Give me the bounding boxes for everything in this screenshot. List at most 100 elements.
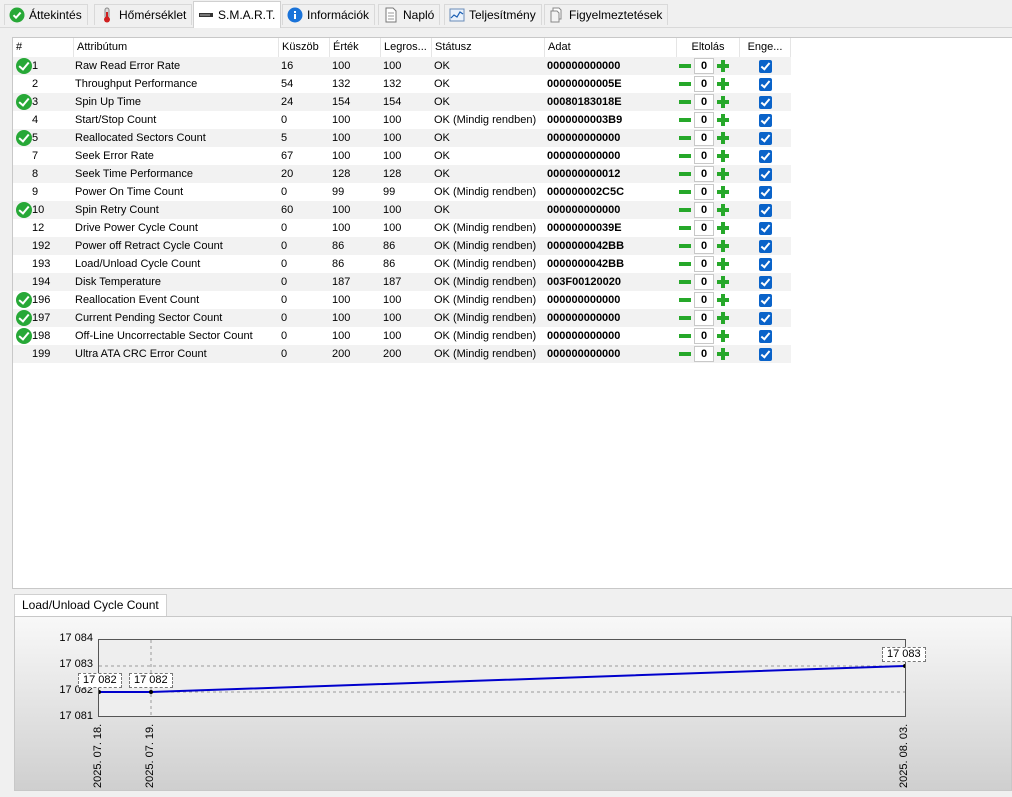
col-data[interactable]: Adat bbox=[545, 38, 677, 57]
offset-value[interactable]: 0 bbox=[694, 112, 714, 128]
plus-icon[interactable] bbox=[715, 292, 731, 308]
offset-value[interactable]: 0 bbox=[694, 220, 714, 236]
minus-icon[interactable] bbox=[677, 166, 693, 182]
table-row[interactable]: 192 Power off Retract Cycle Count 0 86 86 OK … bbox=[13, 237, 791, 255]
tab-overview[interactable]: Áttekintés bbox=[4, 4, 88, 25]
plus-icon[interactable] bbox=[715, 328, 731, 344]
enable-checkbox[interactable] bbox=[759, 132, 772, 145]
table-row[interactable]: 199 Ultra ATA CRC Error Count 0 200 200 OK (M… bbox=[13, 345, 791, 363]
offset-value[interactable]: 0 bbox=[694, 130, 714, 146]
tab-smart[interactable]: S.M.A.R.T. bbox=[193, 1, 282, 28]
offset-value[interactable]: 0 bbox=[694, 58, 714, 74]
tab-information[interactable]: Információk bbox=[282, 4, 376, 25]
plus-icon[interactable] bbox=[715, 166, 731, 182]
minus-icon[interactable] bbox=[677, 148, 693, 164]
minus-icon[interactable] bbox=[677, 94, 693, 110]
col-value[interactable]: Érték bbox=[330, 38, 381, 57]
graph-tab[interactable]: Load/Unload Cycle Count bbox=[14, 594, 167, 616]
table-row[interactable]: 1 Raw Read Error Rate 16 100 100 OK 0000000000… bbox=[13, 57, 791, 75]
table-row[interactable]: 197 Current Pending Sector Count 0 100 100 OK… bbox=[13, 309, 791, 327]
col-offset[interactable]: Eltolás bbox=[677, 38, 740, 57]
enable-checkbox[interactable] bbox=[759, 330, 772, 343]
offset-value[interactable]: 0 bbox=[694, 184, 714, 200]
enable-checkbox[interactable] bbox=[759, 168, 772, 181]
table-row[interactable]: 198 Off-Line Uncorrectable Sector Count 0 1… bbox=[13, 327, 791, 345]
enable-checkbox[interactable] bbox=[759, 276, 772, 289]
minus-icon[interactable] bbox=[677, 130, 693, 146]
table-row[interactable]: 9 Power On Time Count 0 99 99 OK (Mindig rend… bbox=[13, 183, 791, 201]
offset-value[interactable]: 0 bbox=[694, 310, 714, 326]
minus-icon[interactable] bbox=[677, 58, 693, 74]
table-row[interactable]: 10 Spin Retry Count 60 100 100 OK 000000000000… bbox=[13, 201, 791, 219]
minus-icon[interactable] bbox=[677, 292, 693, 308]
table-row[interactable]: 2 Throughput Performance 54 132 132 OK 0000000… bbox=[13, 75, 791, 93]
col-id[interactable]: # bbox=[13, 38, 74, 57]
plus-icon[interactable] bbox=[715, 58, 731, 74]
plus-icon[interactable] bbox=[715, 220, 731, 236]
minus-icon[interactable] bbox=[677, 184, 693, 200]
plus-icon[interactable] bbox=[715, 310, 731, 326]
offset-value[interactable]: 0 bbox=[694, 148, 714, 164]
enable-checkbox[interactable] bbox=[759, 150, 772, 163]
minus-icon[interactable] bbox=[677, 112, 693, 128]
table-row[interactable]: 5 Reallocated Sectors Count 5 100 100 OK 00000… bbox=[13, 129, 791, 147]
col-attribute[interactable]: Attribútum bbox=[74, 38, 279, 57]
minus-icon[interactable] bbox=[677, 202, 693, 218]
plus-icon[interactable] bbox=[715, 256, 731, 272]
col-enable[interactable]: Enge... bbox=[740, 38, 791, 57]
enable-checkbox[interactable] bbox=[759, 186, 772, 199]
enable-checkbox[interactable] bbox=[759, 78, 772, 91]
enable-checkbox[interactable] bbox=[759, 96, 772, 109]
minus-icon[interactable] bbox=[677, 256, 693, 272]
offset-value[interactable]: 0 bbox=[694, 94, 714, 110]
tab-performance[interactable]: Teljesítmény bbox=[444, 4, 542, 25]
enable-checkbox[interactable] bbox=[759, 204, 772, 217]
minus-icon[interactable] bbox=[677, 238, 693, 254]
table-row[interactable]: 193 Load/Unload Cycle Count 0 86 86 OK (Mindi… bbox=[13, 255, 791, 273]
col-status[interactable]: Státusz bbox=[432, 38, 545, 57]
enable-checkbox[interactable] bbox=[759, 60, 772, 73]
enable-checkbox[interactable] bbox=[759, 258, 772, 271]
table-row[interactable]: 3 Spin Up Time 24 154 154 OK 00080183018E 0 bbox=[13, 93, 791, 111]
col-worst[interactable]: Legros... bbox=[381, 38, 432, 57]
plus-icon[interactable] bbox=[715, 346, 731, 362]
table-row[interactable]: 12 Drive Power Cycle Count 0 100 100 OK (Mind… bbox=[13, 219, 791, 237]
offset-value[interactable]: 0 bbox=[694, 202, 714, 218]
table-row[interactable]: 196 Reallocation Event Count 0 100 100 OK (Mi… bbox=[13, 291, 791, 309]
plus-icon[interactable] bbox=[715, 238, 731, 254]
plus-icon[interactable] bbox=[715, 184, 731, 200]
plus-icon[interactable] bbox=[715, 112, 731, 128]
tab-warnings[interactable]: Figyelmeztetések bbox=[544, 4, 669, 25]
tab-log[interactable]: Napló bbox=[378, 4, 441, 25]
enable-checkbox[interactable] bbox=[759, 222, 772, 235]
minus-icon[interactable] bbox=[677, 76, 693, 92]
table-row[interactable]: 4 Start/Stop Count 0 100 100 OK (Mindig rendb… bbox=[13, 111, 791, 129]
offset-value[interactable]: 0 bbox=[694, 328, 714, 344]
plus-icon[interactable] bbox=[715, 94, 731, 110]
plus-icon[interactable] bbox=[715, 76, 731, 92]
offset-value[interactable]: 0 bbox=[694, 166, 714, 182]
offset-value[interactable]: 0 bbox=[694, 346, 714, 362]
plus-icon[interactable] bbox=[715, 148, 731, 164]
minus-icon[interactable] bbox=[677, 328, 693, 344]
enable-checkbox[interactable] bbox=[759, 114, 772, 127]
plus-icon[interactable] bbox=[715, 202, 731, 218]
offset-value[interactable]: 0 bbox=[694, 238, 714, 254]
enable-checkbox[interactable] bbox=[759, 312, 772, 325]
tab-temperature[interactable]: Hőmérséklet bbox=[94, 4, 193, 25]
offset-value[interactable]: 0 bbox=[694, 274, 714, 290]
enable-checkbox[interactable] bbox=[759, 294, 772, 307]
minus-icon[interactable] bbox=[677, 274, 693, 290]
offset-value[interactable]: 0 bbox=[694, 256, 714, 272]
col-threshold[interactable]: Küszöb bbox=[279, 38, 330, 57]
offset-value[interactable]: 0 bbox=[694, 292, 714, 308]
enable-checkbox[interactable] bbox=[759, 240, 772, 253]
table-row[interactable]: 8 Seek Time Performance 20 128 128 OK 00000000… bbox=[13, 165, 791, 183]
minus-icon[interactable] bbox=[677, 346, 693, 362]
plus-icon[interactable] bbox=[715, 130, 731, 146]
table-row[interactable]: 194 Disk Temperature 0 187 187 OK (Mindig ren… bbox=[13, 273, 791, 291]
offset-value[interactable]: 0 bbox=[694, 76, 714, 92]
enable-checkbox[interactable] bbox=[759, 348, 772, 361]
plus-icon[interactable] bbox=[715, 274, 731, 290]
table-row[interactable]: 7 Seek Error Rate 67 100 100 OK 000000000000 0 bbox=[13, 147, 791, 165]
